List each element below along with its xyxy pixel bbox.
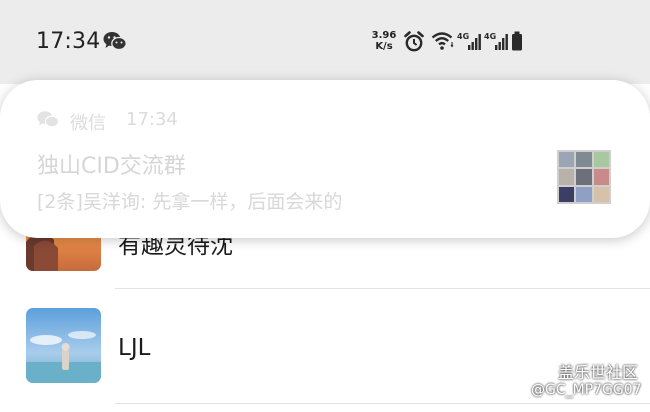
chat-name: LJL: [118, 335, 151, 361]
status-time: 17:34: [36, 29, 101, 54]
notification-message: [2条]吴洋询: 先拿一样，后面会来的: [37, 191, 343, 213]
notification-title: 独山CID交流群: [37, 154, 186, 179]
signal-4g-icon: 4G: [457, 32, 481, 50]
divider: [115, 403, 650, 404]
signal-4g-icon: 4G: [484, 32, 508, 50]
status-bar: 17:34 3.96 K/s 4G 4G: [0, 0, 650, 84]
wechat-icon: [103, 32, 127, 51]
alarm-clock-icon: [404, 31, 424, 52]
divider: [115, 288, 650, 289]
signal-4g-label: 4G: [484, 32, 496, 41]
wifi-icon: [431, 32, 454, 50]
battery-icon: [512, 31, 522, 51]
group-avatar-thumbnail: [557, 150, 611, 204]
avatar: [26, 308, 101, 383]
network-speed-unit: K/s: [375, 41, 393, 52]
wechat-icon: [37, 111, 59, 128]
notification-app-name: 微信: [70, 113, 106, 134]
watermark-title: 盖乐世社区: [558, 363, 639, 382]
signal-4g-label: 4G: [457, 32, 469, 41]
watermark-user: @GC_MP7GG07: [531, 382, 642, 398]
network-speed: 3.96 K/s: [368, 30, 400, 52]
notification-time: 17:34: [126, 109, 178, 130]
network-speed-value: 3.96: [371, 30, 397, 41]
